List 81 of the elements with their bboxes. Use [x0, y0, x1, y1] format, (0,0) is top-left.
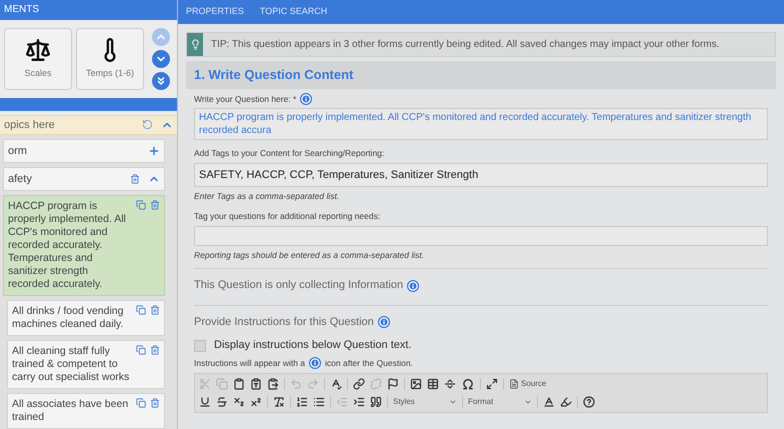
instructions-label: Provide Instructions for this Question [194, 314, 374, 330]
underline-icon[interactable] [199, 396, 211, 408]
info-icon [309, 357, 322, 370]
field-hint: Reporting tags should be entered as a comma-separated list. [194, 248, 426, 262]
maximize-icon[interactable] [486, 378, 498, 390]
paste-icon[interactable] [233, 378, 245, 390]
omega-icon[interactable] [461, 376, 475, 390]
help-icon[interactable] [583, 396, 595, 408]
topic-text: HACCP program is properly implemented. All CCP's monitored and recorded accurately. Temperatures and sanitizer strength recorded accurately. [8, 200, 127, 291]
section-label: afety [8, 172, 33, 187]
source-button[interactable]: Source [509, 378, 546, 390]
trash-icon[interactable] [150, 200, 160, 210]
table-icon[interactable] [427, 378, 439, 390]
superscript-icon[interactable] [250, 396, 262, 408]
spellcheck-icon[interactable] [330, 378, 342, 390]
quote-icon[interactable] [370, 396, 382, 408]
field-label: Tag your questions for additional reporting needs: [194, 210, 382, 222]
image-icon[interactable] [410, 378, 422, 390]
dropdown-button[interactable]: Format [468, 396, 532, 408]
clear-format-icon[interactable] [273, 396, 285, 408]
link-icon[interactable] [353, 378, 365, 390]
tab[interactable]: PROPERTIES [186, 5, 244, 19]
info-icon [378, 316, 390, 328]
topic-item[interactable]: All associates have been trained [7, 392, 165, 429]
dropdown-button[interactable]: Styles [393, 396, 457, 408]
topic-text: All cleaning staff fully trained & competent to carry out specialist works [12, 344, 130, 384]
scales-icon [25, 36, 51, 63]
trash-icon[interactable] [130, 174, 140, 184]
indent-icon[interactable] [353, 396, 365, 408]
trash-icon[interactable] [150, 344, 160, 355]
undo-icon[interactable] [142, 119, 153, 130]
question-field[interactable]: HACCP program is properly implemented. All CCP's monitored and recorded accurately. Temperatures and sanitizer strength recorded accura [194, 108, 768, 140]
topic-text: All drinks / food vending machines cleaned daily. [12, 304, 124, 331]
checkbox[interactable] [194, 340, 206, 352]
paste-text-icon[interactable] [250, 378, 262, 390]
copy-icon[interactable] [136, 200, 146, 210]
trash-icon[interactable] [150, 304, 160, 315]
info-only-label: This Question is only collecting Information [194, 278, 404, 294]
topic-text: All associates have been trained [12, 398, 130, 424]
topic-item[interactable]: All cleaning staff fully trained & competent to carry out specialist works [7, 340, 165, 389]
checkbox-label: Display instructions below Question text. [214, 338, 412, 354]
tool-tile[interactable]: Scales [4, 28, 72, 90]
copy-icon[interactable] [136, 344, 146, 355]
double-chevron-down-icon [155, 74, 167, 87]
instructions-hint: Instructions will appear with a [194, 356, 306, 370]
form-label: orm [8, 144, 28, 159]
topic-item[interactable]: All drinks / food vending machines cleaned daily. [7, 300, 165, 336]
background-color-icon[interactable] [560, 396, 572, 408]
instructions-hint: icon after the Question. [325, 356, 413, 370]
scroll-button[interactable] [152, 72, 170, 90]
text-color-icon[interactable] [543, 396, 555, 408]
bullet-list-icon[interactable] [313, 396, 325, 408]
tab[interactable]: TOPIC SEARCH [260, 5, 328, 19]
numbered-list-icon[interactable] [296, 396, 308, 408]
scroll-button[interactable] [152, 50, 170, 68]
paste-word-icon[interactable] [267, 378, 279, 390]
reporting-tags-field[interactable] [194, 226, 768, 246]
field-label: Add Tags to your Content for Searching/Reporting: [194, 147, 386, 160]
copy-icon[interactable] [136, 398, 146, 408]
section-row[interactable]: afety [3, 166, 165, 191]
drop-zone-label: opics here [4, 118, 56, 133]
subscript-icon[interactable] [233, 396, 245, 408]
section-header: 1. Write Question Content [186, 61, 776, 88]
tool-tile[interactable]: Temps (1-6) [76, 28, 144, 90]
strikethrough-icon[interactable] [216, 396, 228, 408]
trash-icon[interactable] [150, 398, 160, 408]
topic-item[interactable]: HACCP program is properly implemented. All CCP's monitored and recorded accurately. Temperatures and sanitizer strength recorded accurately. [3, 194, 165, 296]
horizontal-rule-icon[interactable] [444, 378, 456, 390]
tip-text: TIP: This question appears in 3 other forms currently being edited. All saved changes may impact your other forms. [210, 38, 720, 52]
document-icon [509, 378, 519, 388]
lightbulb-icon [187, 33, 203, 56]
field-label: Write your Question here: * [194, 92, 296, 106]
form-row[interactable]: orm [3, 138, 165, 163]
add-icon[interactable] [148, 144, 160, 157]
info-icon [300, 92, 312, 105]
info-icon [407, 280, 420, 292]
panel-header: MENTS [0, 0, 177, 20]
field-hint: Enter Tags as a comma-separated list. [194, 190, 340, 203]
tags-field[interactable]: SAFETY, HACCP, CCP, Temperatures, Sanitizer Strength [194, 163, 768, 187]
copy-icon[interactable] [136, 304, 146, 315]
flag-icon[interactable] [387, 378, 399, 390]
